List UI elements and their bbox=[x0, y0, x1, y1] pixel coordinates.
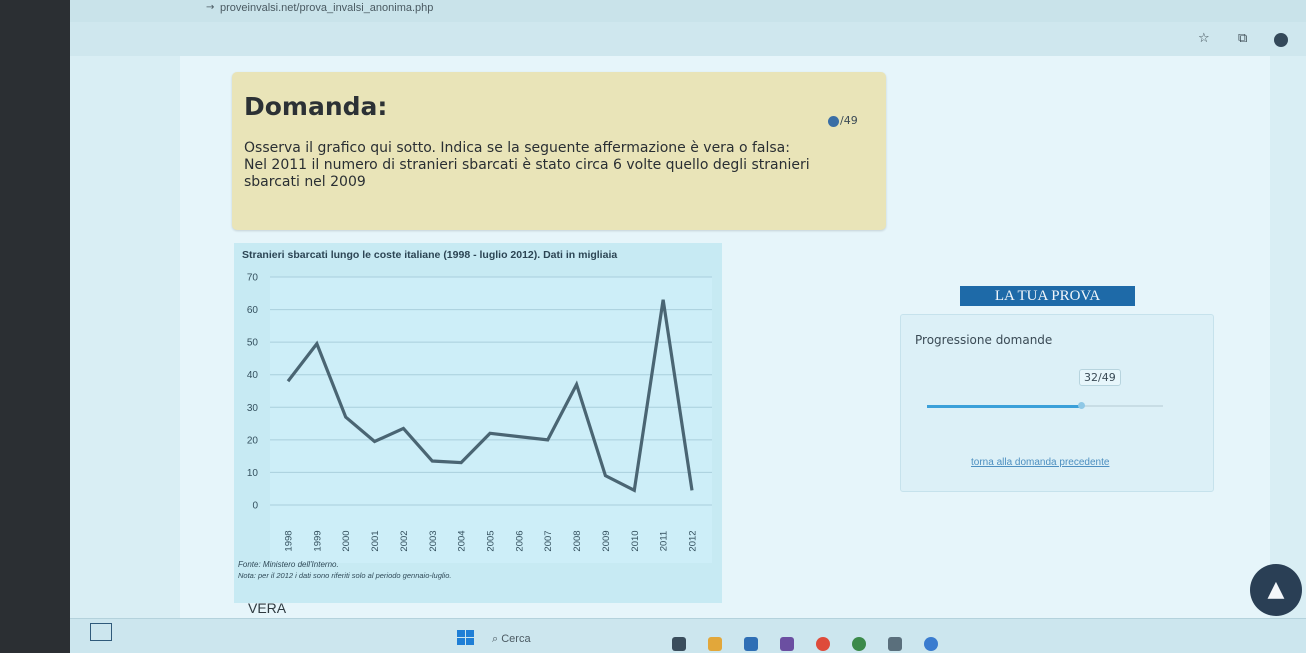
answer-value: VERA bbox=[248, 600, 287, 616]
counter-badge-icon bbox=[828, 115, 839, 127]
taskbar-app-icon[interactable] bbox=[888, 637, 902, 651]
progress-fill bbox=[927, 405, 1082, 408]
url-text[interactable]: proveinvalsi.net/prova_invalsi_anonima.p… bbox=[220, 2, 433, 14]
chart-title: Stranieri sbarcati lungo le coste italia… bbox=[242, 249, 618, 261]
x-tick-label: 2008 bbox=[572, 530, 583, 551]
x-tick-label: 2002 bbox=[399, 530, 410, 551]
y-tick-label: 20 bbox=[247, 435, 259, 446]
question-box: Domanda: /49 Osserva il grafico qui sott… bbox=[232, 72, 886, 230]
taskbar-app-icon[interactable] bbox=[852, 637, 866, 651]
taskbar-search[interactable]: ⌕ Cerca bbox=[492, 633, 531, 646]
taskbar-app-icon[interactable] bbox=[672, 637, 686, 651]
x-tick-label: 2006 bbox=[514, 530, 525, 551]
x-tick-label: 2005 bbox=[486, 530, 497, 551]
folder-icon[interactable] bbox=[708, 637, 722, 651]
taskbar-app-icon[interactable] bbox=[924, 637, 938, 651]
search-placeholder: Cerca bbox=[501, 633, 531, 645]
question-text-line2: Nel 2011 il numero di stranieri sbarcati… bbox=[244, 157, 810, 190]
y-tick-label: 30 bbox=[247, 403, 259, 414]
previous-question-link[interactable]: torna alla domanda precedente bbox=[971, 457, 1109, 468]
windows-start-icon[interactable] bbox=[457, 630, 475, 646]
y-tick-label: 50 bbox=[247, 338, 259, 349]
x-tick-label: 2007 bbox=[543, 530, 554, 551]
extensions-icon[interactable]: ⧉ bbox=[1238, 31, 1247, 46]
prova-banner: LA TUA PROVA bbox=[960, 286, 1135, 306]
widgets-icon[interactable] bbox=[90, 623, 112, 641]
address-bar[interactable]: → proveinvalsi.net/prova_invalsi_anonima… bbox=[70, 0, 1306, 23]
page-content: Domanda: /49 Osserva il grafico qui sott… bbox=[180, 56, 1270, 618]
question-text-line1: Osserva il grafico qui sotto. Indica se … bbox=[244, 140, 790, 156]
x-tick-label: 2001 bbox=[370, 530, 381, 551]
progress-knob bbox=[1078, 402, 1086, 409]
scroll-to-top-button[interactable]: ▲ bbox=[1250, 564, 1302, 616]
y-tick-label: 60 bbox=[247, 305, 259, 316]
counter-total: /49 bbox=[840, 114, 858, 127]
browser-toolbar: ☆ ⧉ bbox=[70, 22, 1306, 56]
x-tick-label: 2003 bbox=[428, 530, 439, 551]
x-tick-label: 1999 bbox=[312, 530, 323, 551]
chart-card: 0 10 20 30 40 50 60 70 1998 1999 2000 2001 2002 2003 2… bbox=[234, 243, 722, 603]
profile-avatar[interactable] bbox=[1274, 33, 1288, 47]
progress-count: 32/49 bbox=[1079, 369, 1121, 386]
chevron-up-icon: ▲ bbox=[1267, 577, 1285, 602]
question-title: Domanda: bbox=[244, 92, 388, 121]
x-tick-label: 1998 bbox=[284, 530, 295, 551]
taskbar: ⌕ Cerca bbox=[70, 618, 1306, 653]
chart-source: Fonte: Ministero dell'Interno. bbox=[238, 560, 339, 569]
progress-panel: Progressione domande 32/49 torna alla do… bbox=[900, 314, 1214, 492]
y-tick-label: 10 bbox=[247, 468, 259, 479]
y-tick-label: 70 bbox=[247, 273, 259, 284]
progress-track bbox=[927, 402, 1163, 409]
monitor-screen: → proveinvalsi.net/prova_invalsi_anonima… bbox=[70, 0, 1306, 653]
line-chart: 0 10 20 30 40 50 60 70 1998 1999 2000 2001 2002 2003 2… bbox=[247, 273, 712, 563]
x-tick-label: 2000 bbox=[341, 530, 352, 551]
taskbar-app-icon[interactable] bbox=[780, 637, 794, 651]
x-tick-label: 2009 bbox=[601, 530, 612, 551]
y-tick-label: 0 bbox=[252, 501, 258, 512]
url-arrow-icon: → bbox=[206, 2, 215, 13]
x-tick-label: 2012 bbox=[688, 530, 699, 551]
x-tick-label: 2004 bbox=[457, 530, 468, 551]
question-text: Osserva il grafico qui sotto. Indica se … bbox=[244, 140, 864, 191]
progress-label: Progressione domande bbox=[915, 333, 1053, 347]
chart-note: Nota: per il 2012 i dati sono riferiti s… bbox=[238, 571, 452, 580]
star-icon[interactable]: ☆ bbox=[1198, 31, 1210, 46]
x-tick-label: 2011 bbox=[659, 531, 670, 551]
y-tick-label: 40 bbox=[247, 370, 259, 381]
search-icon: ⌕ bbox=[492, 633, 499, 645]
question-counter: /49 bbox=[828, 114, 858, 127]
x-tick-label: 2010 bbox=[630, 530, 641, 551]
chrome-icon[interactable] bbox=[816, 637, 830, 651]
store-icon[interactable] bbox=[744, 637, 758, 651]
